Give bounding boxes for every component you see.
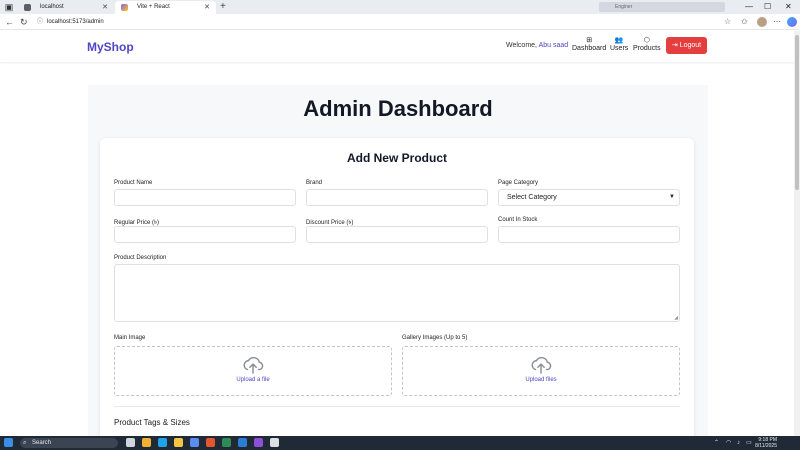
browser-tab-localhost[interactable]: localhost ✕ (18, 1, 114, 14)
upload-files-link[interactable]: Upload files (403, 377, 679, 383)
store-icon[interactable] (190, 438, 199, 447)
tray-chevron-icon[interactable]: ⌃ (714, 438, 719, 448)
description-textarea[interactable]: ◢ (114, 264, 680, 322)
box-icon: ⬡ (643, 37, 650, 44)
chrome-icon[interactable] (270, 438, 279, 447)
brand-label: Brand (306, 180, 323, 186)
nav-link-label: Users (610, 45, 629, 52)
wifi-icon[interactable]: ◠ (726, 438, 731, 448)
product-name-label: Product Name (114, 180, 153, 186)
cloud-upload-icon (243, 356, 264, 374)
nav-link-users[interactable]: 👥 Users (610, 37, 628, 52)
taskbar-search[interactable]: ⌕ Search (20, 438, 118, 448)
url-text: localhost:5173/admin (47, 19, 104, 25)
nav-link-label: Dashboard (572, 45, 607, 52)
windows-taskbar: ⌕ Search ⌃ ◠ ♪ ▭ 9:18 PM 8/11/2025 (0, 436, 800, 450)
tab-title: localhost (40, 4, 64, 10)
page-category-label: Page Category (498, 180, 539, 186)
form-title: Add New Product (346, 151, 447, 165)
reload-icon[interactable]: ↻ (20, 16, 28, 28)
gallery-images-dropzone[interactable]: Upload files (402, 346, 680, 396)
page-title: Admin Dashboard (303, 96, 493, 121)
close-window-button[interactable]: ✕ (785, 0, 792, 14)
favorites-icon[interactable]: ✩ (741, 16, 748, 28)
app-navbar: MyShop Welcome, Abu saad ⊞ Dashboard 👥 U… (0, 31, 800, 62)
welcome-message: Welcome, Abu saad (506, 42, 568, 49)
vite-favicon-icon (121, 4, 128, 11)
edge-icon[interactable] (158, 438, 167, 447)
office-icon[interactable] (206, 438, 215, 447)
grid-icon: ⊞ (586, 37, 593, 44)
nav-link-products[interactable]: ⬡ Products (633, 37, 661, 52)
bookmark-star-icon[interactable]: ☆ (724, 16, 731, 28)
extension-toolbar[interactable]: Enginer (599, 2, 725, 12)
new-tab-button[interactable]: + (220, 0, 226, 14)
site-info-icon[interactable]: ⓘ (37, 16, 43, 28)
welcome-prefix: Welcome, (506, 42, 537, 49)
nav-link-label: Products (633, 45, 661, 52)
taskbar-clock[interactable]: 9:18 PM 8/11/2025 (753, 438, 777, 449)
browser-tab-vite-react[interactable]: Vite + React ✕ (115, 1, 216, 14)
site-logo[interactable]: MyShop (87, 40, 134, 54)
window-menu-icon[interactable]: ▣ (3, 1, 15, 13)
logout-button[interactable]: ⇥ Logout (666, 37, 707, 54)
volume-icon[interactable]: ♪ (737, 438, 740, 448)
page-favicon-icon (24, 4, 31, 11)
close-tab-icon[interactable]: ✕ (204, 1, 210, 14)
tags-sizes-heading: Product Tags & Sizes (114, 418, 190, 427)
url-field[interactable]: ⓘ localhost:5173/admin (33, 16, 771, 28)
app-icon[interactable] (222, 438, 231, 447)
page-scrollbar[interactable] (794, 31, 800, 436)
users-icon: 👥 (614, 37, 624, 44)
logout-label: Logout (679, 42, 702, 49)
address-bar-row: ← ↻ ⓘ localhost:5173/admin ☆ ✩ ⋯ (0, 14, 800, 30)
search-icon: ⌕ (23, 440, 27, 446)
task-view-icon[interactable] (126, 438, 135, 447)
file-explorer-icon[interactable] (174, 438, 183, 447)
cloud-upload-icon (531, 356, 552, 374)
search-placeholder: Search (32, 440, 52, 446)
widgets-icon[interactable] (142, 438, 151, 447)
more-menu-icon[interactable]: ⋯ (773, 16, 781, 28)
nav-link-dashboard[interactable]: ⊞ Dashboard (572, 37, 606, 52)
upload-file-link[interactable]: Upload a file (115, 377, 391, 383)
start-windows-icon[interactable] (4, 438, 13, 447)
close-tab-icon[interactable]: ✕ (102, 1, 108, 14)
clock-date: 8/11/2025 (755, 443, 777, 449)
user-name: Abu saad (538, 42, 569, 49)
main-image-dropzone[interactable]: Upload a file (114, 346, 392, 396)
minimize-button[interactable]: — (745, 0, 753, 14)
product-name-input[interactable] (114, 189, 296, 206)
browser-tabstrip: ▣ localhost ✕ Vite + React ✕ + Enginer —… (0, 0, 800, 14)
copilot-icon[interactable] (787, 17, 797, 27)
regular-price-input[interactable] (114, 226, 296, 243)
logout-icon: ⇥ (671, 42, 678, 49)
tab-title: Vite + React (137, 4, 170, 10)
scrollbar-thumb[interactable] (795, 35, 799, 190)
count-in-stock-label: Count In Stock (498, 217, 538, 223)
maximize-button[interactable]: ☐ (764, 0, 771, 14)
count-in-stock-input[interactable] (498, 226, 680, 243)
battery-icon[interactable]: ▭ (746, 438, 752, 448)
chevron-down-icon: ▼ (669, 194, 675, 200)
main-image-label: Main Image (114, 335, 146, 341)
app-icon[interactable] (254, 438, 263, 447)
brand-input[interactable] (306, 189, 488, 206)
discount-price-input[interactable] (306, 226, 488, 243)
vscode-icon[interactable] (238, 438, 247, 447)
description-label: Product Description (114, 255, 167, 261)
section-divider (114, 406, 680, 407)
extension-label: Enginer (615, 4, 633, 10)
page-category-select[interactable]: Select Category ▼ (498, 189, 680, 206)
profile-avatar[interactable] (757, 17, 767, 27)
resize-handle-icon[interactable]: ◢ (674, 315, 678, 321)
selected-category: Select Category (507, 194, 557, 201)
gallery-images-label: Gallery Images (Up to 5) (402, 335, 468, 341)
back-arrow-icon[interactable]: ← (5, 16, 14, 28)
